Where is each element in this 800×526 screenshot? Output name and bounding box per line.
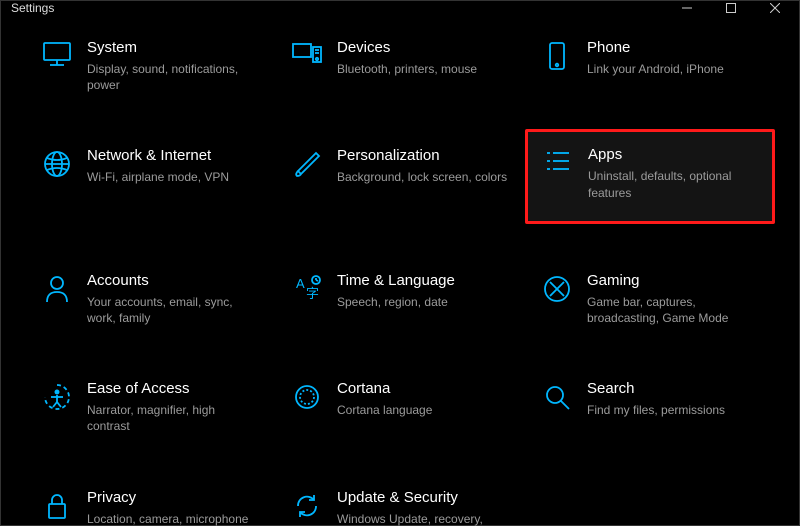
window-controls xyxy=(665,1,797,15)
tile-title: Ease of Access xyxy=(87,380,261,398)
cortana-icon xyxy=(283,380,331,412)
tile-title: Privacy xyxy=(87,489,261,507)
globe-icon xyxy=(33,147,81,179)
update-icon xyxy=(283,489,331,521)
tile-title: Network & Internet xyxy=(87,147,261,165)
tile-desc: Location, camera, microphone xyxy=(87,511,261,526)
tile-apps[interactable]: Apps Uninstall, defaults, optional featu… xyxy=(525,129,775,223)
tile-title: Search xyxy=(587,380,761,398)
tile-desc: Display, sound, notifications, power xyxy=(87,61,261,93)
close-icon xyxy=(770,3,780,13)
tile-network[interactable]: Network & Internet Wi-Fi, airplane mode,… xyxy=(25,141,275,223)
person-icon xyxy=(33,272,81,304)
tile-desc: Bluetooth, printers, mouse xyxy=(337,61,511,77)
tile-desc: Windows Update, recovery, backup xyxy=(337,511,511,526)
tile-gaming[interactable]: Gaming Game bar, captures, broadcasting,… xyxy=(525,266,775,332)
lock-icon xyxy=(33,489,81,521)
tile-desc: Link your Android, iPhone xyxy=(587,61,761,77)
settings-window: Settings System Display, sound, noti xyxy=(0,0,800,526)
categories-grid: System Display, sound, notifications, po… xyxy=(25,33,775,526)
tile-ease-of-access[interactable]: Ease of Access Narrator, magnifier, high… xyxy=(25,374,275,440)
tile-search[interactable]: Search Find my files, permissions xyxy=(525,374,775,440)
tile-accounts[interactable]: Accounts Your accounts, email, sync, wor… xyxy=(25,266,275,332)
tile-devices[interactable]: Devices Bluetooth, printers, mouse xyxy=(275,33,525,99)
tile-desc: Background, lock screen, colors xyxy=(337,169,511,185)
tile-title: System xyxy=(87,39,261,57)
tile-privacy[interactable]: Privacy Location, camera, microphone xyxy=(25,483,275,526)
apps-icon xyxy=(534,146,582,174)
tile-personalization[interactable]: Personalization Background, lock screen,… xyxy=(275,141,525,223)
xbox-icon xyxy=(533,272,581,304)
tile-desc: Game bar, captures, broadcasting, Game M… xyxy=(587,294,761,326)
tile-title: Cortana xyxy=(337,380,511,398)
svg-text:A: A xyxy=(296,276,305,291)
tile-desc: Wi-Fi, airplane mode, VPN xyxy=(87,169,261,185)
tile-desc: Your accounts, email, sync, work, family xyxy=(87,294,261,326)
maximize-icon xyxy=(726,3,736,13)
system-icon xyxy=(33,39,81,67)
tile-cortana[interactable]: Cortana Cortana language xyxy=(275,374,525,440)
titlebar: Settings xyxy=(1,1,799,15)
close-button[interactable] xyxy=(753,1,797,15)
tile-desc: Uninstall, defaults, optional features xyxy=(588,168,760,200)
tile-title: Personalization xyxy=(337,147,511,165)
tile-title: Time & Language xyxy=(337,272,511,290)
tile-system[interactable]: System Display, sound, notifications, po… xyxy=(25,33,275,99)
tile-title: Gaming xyxy=(587,272,761,290)
tile-phone[interactable]: Phone Link your Android, iPhone xyxy=(525,33,775,99)
minimize-button[interactable] xyxy=(665,1,709,15)
tile-desc: Narrator, magnifier, high contrast xyxy=(87,402,261,434)
ease-of-access-icon xyxy=(33,380,81,412)
tile-title: Devices xyxy=(337,39,511,57)
minimize-icon xyxy=(682,3,692,13)
settings-home: System Display, sound, notifications, po… xyxy=(1,15,799,526)
tile-title: Update & Security xyxy=(337,489,511,507)
window-title: Settings xyxy=(11,1,665,15)
tile-title: Accounts xyxy=(87,272,261,290)
svg-text:字: 字 xyxy=(306,286,319,301)
tile-title: Apps xyxy=(588,146,760,164)
devices-icon xyxy=(283,39,331,67)
tile-desc: Cortana language xyxy=(337,402,511,418)
tile-desc: Find my files, permissions xyxy=(587,402,761,418)
tile-desc: Speech, region, date xyxy=(337,294,511,310)
maximize-button[interactable] xyxy=(709,1,753,15)
search-icon xyxy=(533,380,581,412)
tile-update-security[interactable]: Update & Security Windows Update, recove… xyxy=(275,483,525,526)
tile-time-language[interactable]: A字 Time & Language Speech, region, date xyxy=(275,266,525,332)
brush-icon xyxy=(283,147,331,177)
tile-title: Phone xyxy=(587,39,761,57)
language-icon: A字 xyxy=(283,272,331,304)
phone-icon xyxy=(533,39,581,71)
